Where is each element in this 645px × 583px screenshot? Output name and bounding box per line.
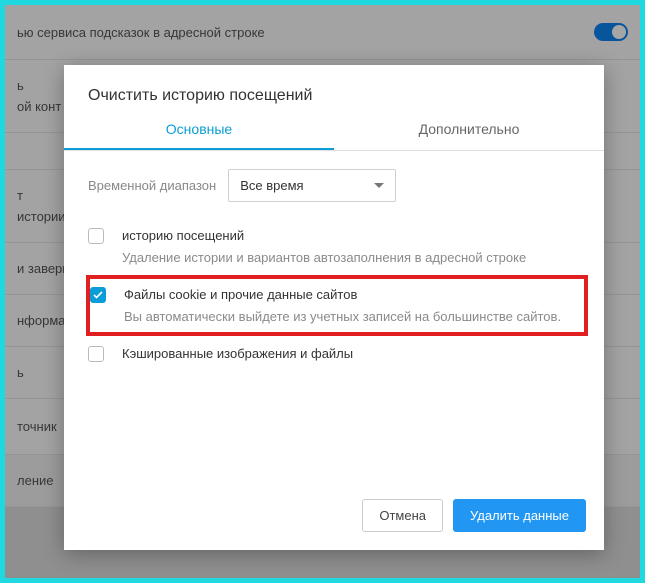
chevron-down-icon bbox=[374, 183, 384, 188]
option-desc: Удаление истории и вариантов автозаполне… bbox=[122, 248, 526, 268]
check-icon bbox=[93, 291, 103, 299]
time-range-select[interactable]: Все время bbox=[228, 169, 396, 202]
tab-basic[interactable]: Основные bbox=[64, 121, 334, 150]
dialog-title: Очистить историю посещений bbox=[64, 65, 604, 121]
tabs: Основные Дополнительно bbox=[64, 121, 604, 151]
dialog-footer: Отмена Удалить данные bbox=[64, 485, 604, 550]
time-range-value: Все время bbox=[240, 178, 303, 193]
clear-history-dialog: Очистить историю посещений Основные Допо… bbox=[64, 65, 604, 550]
checkbox-browsing-history[interactable] bbox=[88, 228, 104, 244]
time-range-label: Временной диапазон bbox=[88, 178, 216, 193]
option-title: Кэшированные изображения и файлы bbox=[122, 344, 353, 364]
checkbox-cookies[interactable] bbox=[90, 287, 106, 303]
option-browsing-history: историю посещений Удаление истории и вар… bbox=[86, 218, 588, 275]
time-range-row: Временной диапазон Все время bbox=[64, 151, 604, 212]
clear-options-list: историю посещений Удаление истории и вар… bbox=[64, 212, 604, 485]
option-title: историю посещений bbox=[122, 226, 526, 246]
clear-data-button[interactable]: Удалить данные bbox=[453, 499, 586, 532]
option-cookies: Файлы cookie и прочие данные сайтов Вы а… bbox=[86, 275, 588, 336]
option-cached-images: Кэшированные изображения и файлы bbox=[86, 336, 588, 372]
checkbox-cached-images[interactable] bbox=[88, 346, 104, 362]
cancel-button[interactable]: Отмена bbox=[362, 499, 443, 532]
option-title: Файлы cookie и прочие данные сайтов bbox=[124, 285, 561, 305]
tab-advanced[interactable]: Дополнительно bbox=[334, 121, 604, 150]
option-desc: Вы автоматически выйдете из учетных запи… bbox=[124, 307, 561, 327]
